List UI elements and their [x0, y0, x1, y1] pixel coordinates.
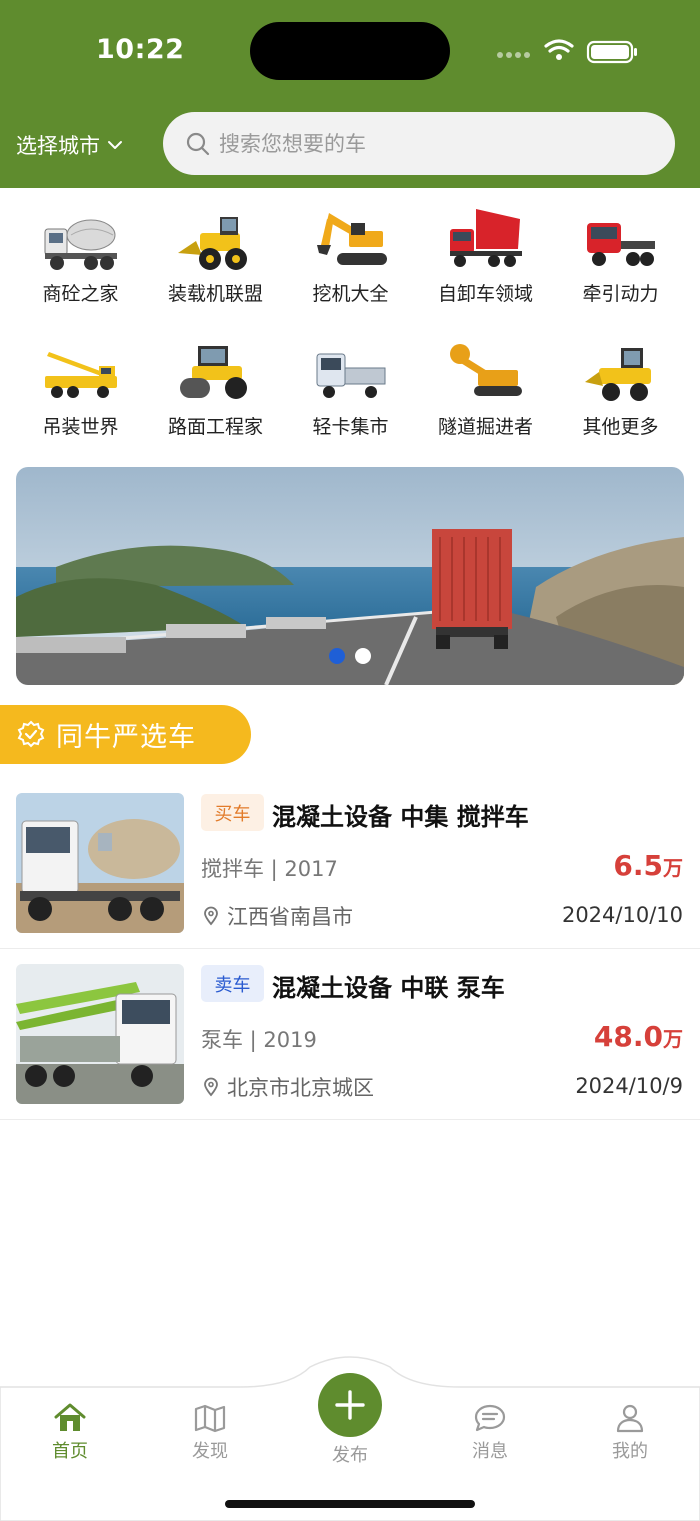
category-label: 轻卡集市	[312, 416, 389, 438]
category-dump-truck[interactable]: 自卸车领域	[418, 205, 553, 325]
city-selector-label: 选择城市	[16, 134, 100, 158]
category-excavator[interactable]: 挖机大全	[283, 205, 418, 325]
section-header: 同牛严选车	[0, 705, 251, 764]
tab-label-publish: 发布	[332, 1445, 368, 1466]
location-text: 北京市北京城区	[227, 1076, 374, 1100]
category-tractor[interactable]: 牵引动力	[553, 205, 688, 325]
map-icon	[194, 1404, 226, 1433]
banner-truck	[432, 529, 512, 649]
tractor-truck-icon	[586, 223, 655, 266]
category-label: 自卸车领域	[437, 283, 533, 305]
tunnel-boring-machine-icon	[449, 344, 522, 396]
listing-price: 48.0万	[594, 1020, 683, 1053]
mixer-truck-photo	[16, 793, 184, 933]
category-concrete-mixer[interactable]: 商砼之家	[13, 205, 148, 325]
excavator-icon	[316, 213, 387, 265]
pump-truck-photo	[16, 964, 184, 1104]
chat-icon	[474, 1404, 506, 1432]
wifi-dot	[556, 54, 562, 60]
category-label: 商砼之家	[42, 283, 119, 305]
listing-price: 6.5万	[613, 849, 683, 882]
search-icon	[186, 132, 210, 155]
carousel-dot[interactable]	[329, 648, 345, 664]
listing-location: 北京市北京城区	[201, 1072, 374, 1102]
road-roller-icon	[179, 346, 247, 399]
chevron-down-icon	[108, 141, 122, 149]
category-label: 挖机大全	[312, 283, 389, 305]
bottom-tab-bar: 首页 发现 发布 消息 我的	[0, 1355, 700, 1521]
tab-label: 消息	[472, 1441, 508, 1462]
wifi-icon	[544, 39, 574, 53]
category-label: 牵引动力	[582, 283, 659, 305]
tab-label: 我的	[612, 1441, 648, 1462]
search-input[interactable]	[219, 131, 659, 156]
listing-title: 混凝土设备 中联 泵车	[272, 974, 505, 1002]
carousel-indicator	[329, 648, 371, 664]
tab-label: 发现	[192, 1441, 228, 1462]
category-tunnel-boring[interactable]: 隧道掘进者	[418, 338, 553, 458]
header: 10:22 选择城市	[0, 0, 700, 188]
publish-button[interactable]	[318, 1373, 382, 1437]
listing-date: 2024/10/10	[561, 903, 683, 927]
tab-discover[interactable]: 发现	[160, 1403, 260, 1463]
listing-card[interactable]: 买车 混凝土设备 中集 搅拌车 搅拌车 | 2017 6.5万 江西省南昌市 2…	[0, 778, 700, 949]
city-selector[interactable]: 选择城市	[16, 128, 124, 162]
user-icon	[616, 1404, 644, 1433]
category-label: 装载机联盟	[167, 283, 263, 305]
listing-subtitle: 泵车 | 2019	[201, 1028, 317, 1052]
category-loader[interactable]: 装载机联盟	[148, 205, 283, 325]
price-value: 6.5	[613, 849, 663, 882]
tab-messages[interactable]: 消息	[440, 1403, 540, 1463]
search-bar[interactable]	[163, 112, 675, 175]
light-truck-icon	[316, 353, 385, 398]
promo-banner[interactable]	[16, 467, 684, 685]
price-unit: 万	[663, 856, 683, 880]
section-title: 同牛严选车	[56, 722, 196, 753]
listing-subtitle: 搅拌车 | 2017	[201, 857, 338, 881]
location-text: 江西省南昌市	[227, 905, 353, 929]
tab-label: 首页	[52, 1441, 88, 1462]
listing-title: 混凝土设备 中集 搅拌车	[272, 803, 529, 831]
category-road-roller[interactable]: 路面工程家	[148, 338, 283, 458]
battery-icon	[586, 40, 637, 64]
status-icons	[497, 39, 637, 64]
verified-badge-icon	[17, 720, 45, 747]
home-indicator	[225, 1500, 475, 1508]
wheel-loader-icon	[177, 217, 247, 270]
category-label: 路面工程家	[167, 416, 263, 438]
location-pin-icon	[204, 906, 218, 926]
concrete-mixer-truck-icon	[44, 219, 117, 270]
listing-thumbnail	[16, 964, 184, 1104]
tab-profile[interactable]: 我的	[580, 1403, 680, 1463]
price-unit: 万	[663, 1027, 683, 1051]
signal-icon	[497, 52, 530, 58]
tab-home[interactable]: 首页	[20, 1403, 120, 1463]
listing-location: 江西省南昌市	[201, 901, 353, 931]
listing-date: 2024/10/9	[575, 1074, 683, 1098]
dynamic-island	[250, 22, 450, 80]
home-icon	[54, 1403, 86, 1431]
category-label: 隧道掘进者	[437, 416, 533, 438]
location-pin-icon	[204, 1077, 218, 1097]
listing-tag-buy: 买车	[201, 794, 264, 831]
category-grid: 商砼之家 装载机联盟 挖机大全 自卸车领域 牵引动力 吊装世界 路面工程家 轻卡…	[0, 205, 700, 455]
price-value: 48.0	[593, 1020, 663, 1053]
status-time: 10:22	[96, 34, 185, 65]
carousel-dot[interactable]	[355, 648, 371, 664]
category-more[interactable]: 其他更多	[553, 338, 688, 458]
listing-card[interactable]: 卖车 混凝土设备 中联 泵车 泵车 | 2019 48.0万 北京市北京城区 2…	[0, 949, 700, 1120]
listing-tag-sell: 卖车	[201, 965, 264, 1002]
listing-thumbnail	[16, 793, 184, 933]
category-light-truck[interactable]: 轻卡集市	[283, 338, 418, 458]
more-machinery-icon	[584, 348, 651, 401]
category-label: 其他更多	[582, 416, 659, 438]
plus-icon	[335, 1390, 365, 1420]
category-label: 吊装世界	[42, 416, 119, 438]
category-crane[interactable]: 吊装世界	[13, 338, 148, 458]
dump-truck-icon	[449, 209, 522, 267]
crane-truck-icon	[44, 352, 117, 398]
